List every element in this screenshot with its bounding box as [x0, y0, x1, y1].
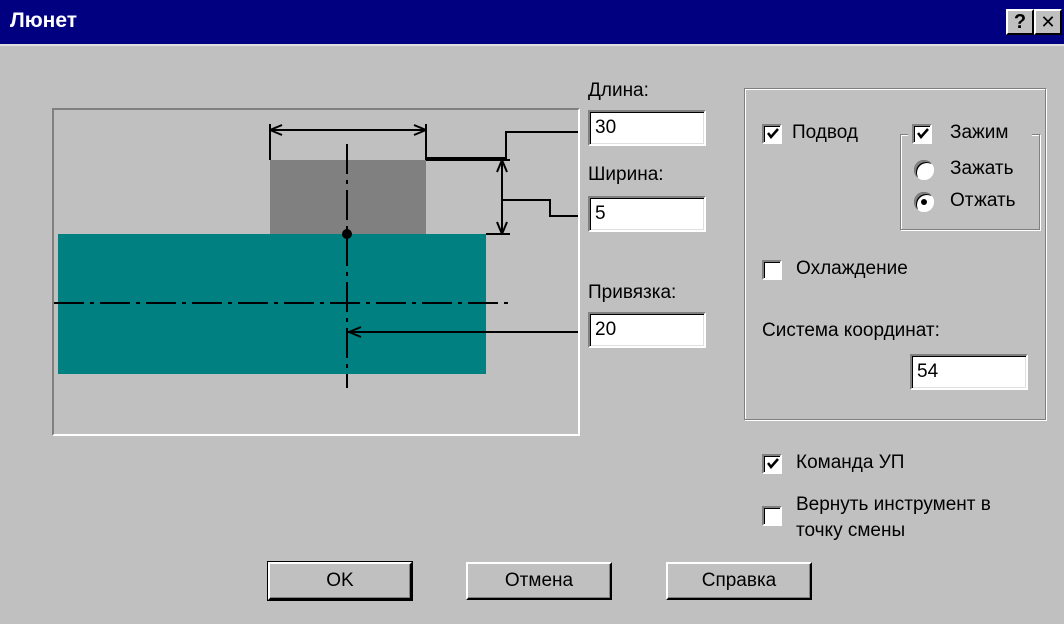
stay-diagram — [52, 108, 580, 436]
question-icon: ? — [1013, 11, 1027, 33]
return-tool-checkbox[interactable] — [762, 506, 782, 526]
length-input[interactable] — [595, 112, 699, 144]
radio-clamp[interactable] — [914, 160, 934, 180]
title-bar: Люнет ? ✕ — [0, 0, 1064, 46]
cooling-checkbox[interactable] — [762, 260, 782, 280]
coord-system-field[interactable] — [910, 354, 1028, 390]
cancel-button[interactable]: Отмена — [466, 562, 612, 600]
return-tool-label-line1: Вернуть инструмент в — [796, 494, 991, 515]
check-icon — [767, 458, 779, 469]
width-field[interactable] — [588, 196, 706, 232]
offset-label: Привязка: — [588, 282, 677, 303]
radio-release-label: Отжать — [950, 190, 1016, 211]
radio-release[interactable] — [914, 192, 934, 212]
approach-checkbox[interactable] — [762, 124, 782, 144]
diagram-canvas — [54, 124, 578, 388]
radio-selected-dot — [921, 199, 927, 205]
length-field[interactable] — [588, 110, 706, 146]
check-icon — [917, 128, 929, 139]
radio-clamp-label: Зажать — [950, 158, 1014, 179]
close-title-button[interactable]: ✕ — [1034, 9, 1062, 35]
clamp-group — [900, 134, 1040, 230]
offset-input[interactable] — [595, 314, 699, 346]
nc-command-checkbox[interactable] — [762, 454, 782, 474]
close-icon: ✕ — [1040, 12, 1056, 32]
ok-button[interactable]: OK — [267, 561, 413, 601]
clamp-label: Зажим — [950, 122, 1009, 143]
cooling-label: Охлаждение — [796, 258, 908, 279]
return-tool-label-line2: точку смены — [796, 520, 906, 541]
coord-system-input[interactable] — [917, 356, 1021, 388]
length-leader — [425, 131, 578, 159]
width-leader — [502, 199, 578, 217]
width-input[interactable] — [595, 198, 699, 230]
approach-label: Подвод — [792, 122, 859, 143]
check-icon — [767, 128, 779, 139]
help-button[interactable]: Справка — [666, 562, 812, 600]
window-title: Люнет — [10, 9, 78, 32]
coord-system-label: Система координат: — [762, 320, 940, 341]
nc-command-label: Команда УП — [796, 452, 905, 473]
anchor-point — [342, 229, 352, 239]
length-label: Длина: — [588, 80, 649, 101]
help-title-button[interactable]: ? — [1006, 9, 1034, 35]
offset-field[interactable] — [588, 312, 706, 348]
clamp-checkbox[interactable] — [912, 124, 932, 144]
width-label: Ширина: — [588, 164, 664, 185]
